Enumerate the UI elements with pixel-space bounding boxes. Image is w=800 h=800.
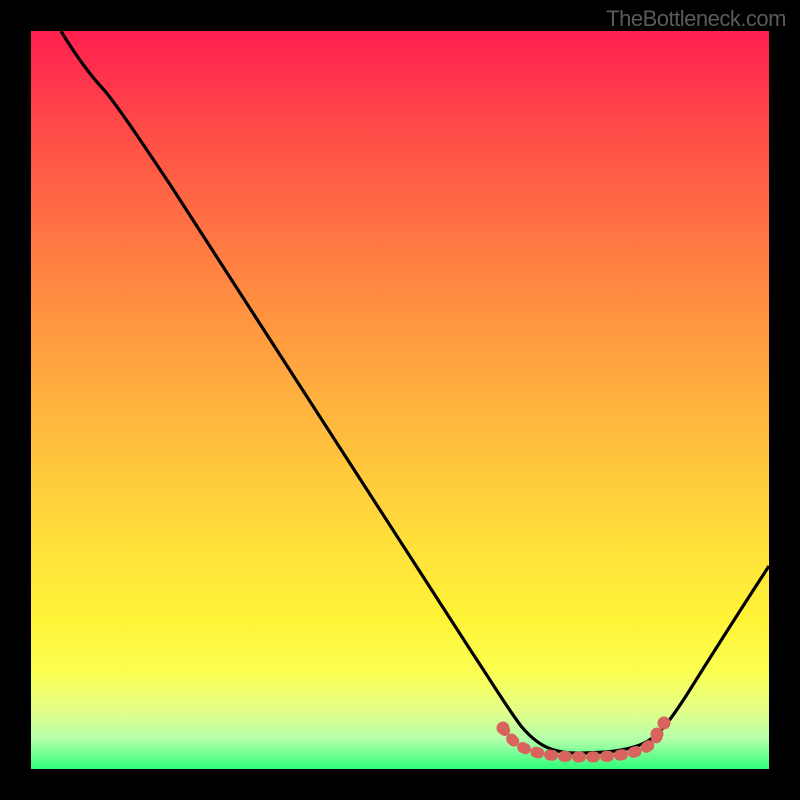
watermark-text: TheBottleneck.com [606,6,786,32]
optimal-zone-markers [497,717,670,757]
plot-area [31,31,769,769]
bottleneck-curve-line [61,31,769,753]
chart-svg [31,31,769,769]
